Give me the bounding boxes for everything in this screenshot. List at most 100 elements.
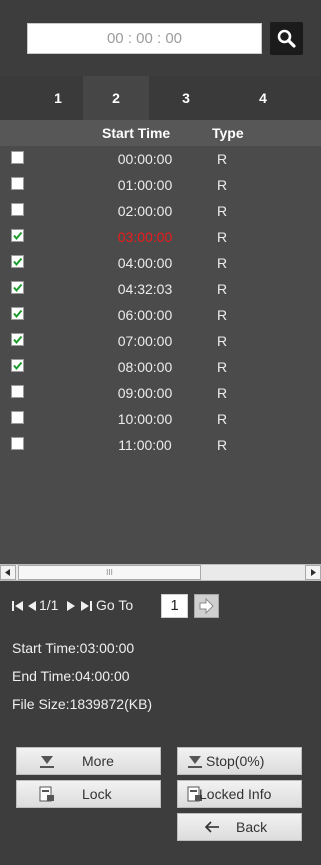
- checkmark-icon: [13, 257, 23, 267]
- download-icon: [188, 756, 202, 768]
- cell-type: R: [217, 177, 228, 193]
- more-label: More: [82, 753, 114, 769]
- row-checkbox[interactable]: [11, 359, 24, 372]
- cell-type: R: [217, 229, 228, 245]
- table-row[interactable]: 11:00:00 R: [0, 432, 321, 458]
- checkmark-icon: [13, 335, 23, 345]
- table-row[interactable]: 07:00:00 R: [0, 328, 321, 354]
- page-indicator: 1/1: [39, 597, 59, 613]
- tab-channel-3[interactable]: 3: [168, 76, 204, 120]
- tab-label: 1: [54, 90, 62, 106]
- cell-start-time: 04:32:03: [117, 281, 173, 297]
- info-file-size: File Size:1839872(KB): [12, 696, 153, 712]
- row-checkbox[interactable]: [11, 177, 24, 190]
- row-checkbox[interactable]: [11, 411, 24, 424]
- cell-type: R: [217, 411, 228, 427]
- cell-type: R: [217, 385, 228, 401]
- cell-start-time: 01:00:00: [117, 177, 173, 193]
- cell-type: R: [217, 151, 228, 167]
- locked-info-label: Locked Info: [199, 786, 272, 802]
- cell-type: R: [217, 281, 228, 297]
- tab-label: 3: [182, 90, 190, 106]
- time-search-bar: 00 : 00 : 00: [0, 0, 321, 76]
- locked-info-button[interactable]: Locked Info: [177, 780, 302, 808]
- row-checkbox[interactable]: [11, 203, 24, 216]
- scroll-right-button[interactable]: [305, 565, 321, 580]
- lock-label: Lock: [82, 786, 112, 802]
- table-row[interactable]: 01:00:00 R: [0, 172, 321, 198]
- cell-start-time: 02:00:00: [117, 203, 173, 219]
- more-button[interactable]: More: [16, 747, 161, 775]
- stop-label: Stop(0%): [206, 753, 265, 769]
- cell-type: R: [217, 203, 228, 219]
- stop-button[interactable]: Stop(0%): [177, 747, 302, 775]
- cell-type: R: [217, 255, 228, 271]
- row-checkbox[interactable]: [11, 437, 24, 450]
- tab-label: 2: [112, 90, 120, 106]
- next-page-icon[interactable]: [66, 600, 76, 612]
- table-row[interactable]: 09:00:00 R: [0, 380, 321, 406]
- cell-type: R: [217, 307, 228, 323]
- goto-label: Go To: [96, 597, 134, 613]
- cell-start-time: 06:00:00: [117, 307, 173, 323]
- cell-type: R: [217, 333, 228, 349]
- row-checkbox[interactable]: [11, 281, 24, 294]
- first-page-icon[interactable]: [12, 600, 24, 612]
- table-row[interactable]: 02:00:00 R: [0, 198, 321, 224]
- checkmark-icon: [13, 361, 23, 371]
- pager: 1/1 Go To 1: [0, 581, 321, 632]
- search-button[interactable]: [270, 22, 303, 55]
- cell-start-time: 11:00:00: [118, 437, 172, 453]
- back-label: Back: [236, 819, 268, 835]
- table-row[interactable]: 00:00:00 R: [0, 146, 321, 172]
- info-end-time: End Time:04:00:00: [12, 668, 130, 684]
- cell-start-time: 09:00:00: [117, 385, 173, 401]
- lock-icon: [39, 786, 54, 802]
- back-button[interactable]: Back: [177, 813, 302, 841]
- row-checkbox[interactable]: [11, 229, 24, 242]
- last-page-icon[interactable]: [80, 600, 92, 612]
- cell-start-time: 04:00:00: [117, 255, 173, 271]
- tab-label: 4: [259, 90, 267, 106]
- table-row[interactable]: 10:00:00 R: [0, 406, 321, 432]
- scroll-thumb[interactable]: III: [18, 565, 201, 580]
- channel-tabs: 1 2 3 4: [0, 76, 321, 120]
- cell-start-time: 07:00:00: [117, 333, 173, 349]
- row-checkbox[interactable]: [11, 385, 24, 398]
- prev-page-icon[interactable]: [27, 600, 37, 612]
- table-row[interactable]: 06:00:00 R: [0, 302, 321, 328]
- go-arrow-icon: [199, 597, 214, 615]
- header-start-time: Start Time: [102, 125, 171, 141]
- cell-start-time: 10:00:00: [117, 411, 173, 427]
- arrow-left-icon: [5, 569, 10, 576]
- page-number-input[interactable]: 1: [161, 594, 188, 618]
- table-row[interactable]: 08:00:00 R: [0, 354, 321, 380]
- table-row[interactable]: 03:00:00 R: [0, 224, 321, 250]
- tab-channel-2[interactable]: 2: [83, 76, 149, 120]
- scroll-left-button[interactable]: [0, 565, 16, 580]
- checkmark-icon: [13, 309, 23, 319]
- time-input[interactable]: 00 : 00 : 00: [27, 23, 262, 54]
- checkmark-icon: [13, 283, 23, 293]
- cell-start-time: 08:00:00: [117, 359, 173, 375]
- arrow-right-icon: [311, 569, 316, 576]
- row-checkbox[interactable]: [11, 151, 24, 164]
- row-checkbox[interactable]: [11, 333, 24, 346]
- row-checkbox[interactable]: [11, 255, 24, 268]
- table-row[interactable]: 04:00:00 R: [0, 250, 321, 276]
- tab-channel-4[interactable]: 4: [245, 76, 281, 120]
- cell-start-time: 03:00:00: [117, 229, 173, 245]
- record-list: Start Time Type 00:00:00 R 01:00:00 R 02:00:…: [0, 120, 321, 564]
- lock-button[interactable]: Lock: [16, 780, 161, 808]
- list-header: Start Time Type: [0, 120, 321, 146]
- go-button[interactable]: [194, 594, 219, 618]
- row-checkbox[interactable]: [11, 307, 24, 320]
- arrow-back-icon: [204, 821, 219, 833]
- tab-channel-1[interactable]: 1: [40, 76, 76, 120]
- horizontal-scrollbar[interactable]: III: [0, 564, 321, 581]
- cell-start-time: 00:00:00: [117, 151, 173, 167]
- info-start-time: Start Time:03:00:00: [12, 640, 135, 656]
- table-row[interactable]: 04:32:03 R: [0, 276, 321, 302]
- file-info: Start Time:03:00:00 End Time:04:00:00 Fi…: [12, 634, 152, 718]
- checkmark-icon: [13, 231, 23, 241]
